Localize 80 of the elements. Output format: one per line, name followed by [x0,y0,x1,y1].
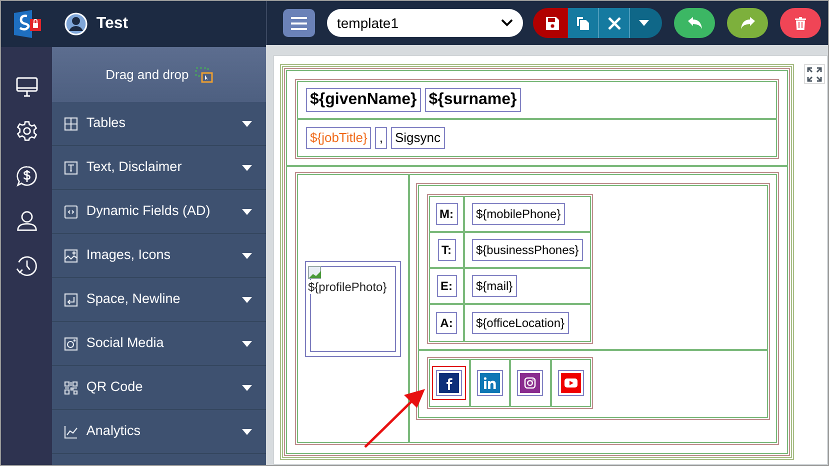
caret-icon [242,252,252,258]
sidebar-item[interactable]: Text, Disclaimer [52,146,266,190]
newline-icon [64,292,78,306]
text-field[interactable]: Sigsync [390,127,444,149]
history-icon[interactable] [16,255,38,277]
sidebar-item-label: Social Media [86,334,165,352]
contact-label: T: [438,239,456,261]
caret-icon [242,340,252,346]
caret-icon [242,428,252,434]
trash-icon [795,16,806,30]
sidebar-item-label: Images, Icons [86,246,172,264]
sidebar-item-label: Tables [86,114,126,132]
code-icon [64,204,78,218]
close-icon [608,16,620,30]
redo-button[interactable] [727,8,768,38]
expand-button[interactable] [804,64,825,84]
save-icon [546,16,559,30]
name-field[interactable]: ${givenName} [306,88,421,112]
user-avatar-icon [64,12,88,36]
contact-field[interactable]: ${mobilePhone} [472,203,565,225]
sidebar-item-label: Text, Disclaimer [86,158,183,176]
contact-label: E: [436,275,456,297]
caret-icon [242,296,252,302]
table-icon [64,116,78,130]
save-button[interactable] [533,8,568,38]
sidebar-item[interactable]: Analytics [52,410,266,454]
sidebar-item-label: Dynamic Fields (AD) [86,202,212,220]
sidebar-item[interactable]: QR Code [52,366,266,410]
undo-button[interactable] [674,8,715,38]
dollar-chat-icon[interactable] [16,165,38,187]
image-icon [64,248,78,262]
settings-icon[interactable] [16,120,38,142]
sidebar-item[interactable]: Images, Icons [52,234,266,278]
template-select[interactable]: template1 [327,9,523,37]
dropdown-button[interactable] [630,8,662,38]
qr-icon [64,380,78,394]
delete-button[interactable] [780,8,821,38]
drag-and-drop-label: Drag and drop [106,66,189,84]
caret-icon [639,20,649,26]
sidebar-item[interactable]: Social Media [52,322,266,366]
chart-icon [64,424,78,438]
caret-icon [242,164,252,170]
text-icon [64,160,78,174]
sidebar-item-label: QR Code [86,378,144,396]
drag-drop-icon [194,66,213,82]
social-icon [64,336,78,350]
sidebar-item[interactable]: Tables [52,102,266,146]
youtube-icon[interactable] [556,369,585,397]
chevron-down-icon [501,19,513,27]
menu-icon [291,16,307,30]
account-name: Test [96,14,128,34]
profile-photo-placeholder-text: ${profilePhoto} [308,280,387,294]
caret-icon [242,120,252,126]
caret-icon [242,208,252,214]
linkedin-icon[interactable] [476,369,504,397]
contact-label: M: [436,203,458,225]
text-field[interactable]: , [375,127,387,149]
menu-button[interactable] [283,9,315,37]
caret-icon [242,384,252,390]
sidebar-item-label: Analytics [86,422,142,440]
close-button[interactable] [599,8,630,38]
user-icon[interactable] [16,210,38,232]
logo-icon [12,10,42,38]
name-field[interactable]: ${surname} [424,88,521,112]
facebook-icon[interactable] [432,366,466,400]
contact-label: A: [436,312,457,334]
expand-icon [807,66,822,82]
contact-field[interactable]: ${businessPhones} [472,239,583,261]
instagram-icon[interactable] [516,369,544,397]
copy-icon [576,16,590,30]
undo-icon [688,17,702,29]
contact-field[interactable]: ${officeLocation} [472,312,569,334]
copy-button[interactable] [568,8,599,38]
contact-field[interactable]: ${mail} [472,275,517,297]
redo-icon [740,17,754,29]
monitor-icon[interactable] [16,77,38,97]
broken-image-icon [308,266,322,280]
sidebar-item[interactable]: Space, Newline [52,278,266,322]
sidebar-item[interactable]: Dynamic Fields (AD) [52,190,266,234]
sidebar-item-label: Space, Newline [86,290,182,308]
